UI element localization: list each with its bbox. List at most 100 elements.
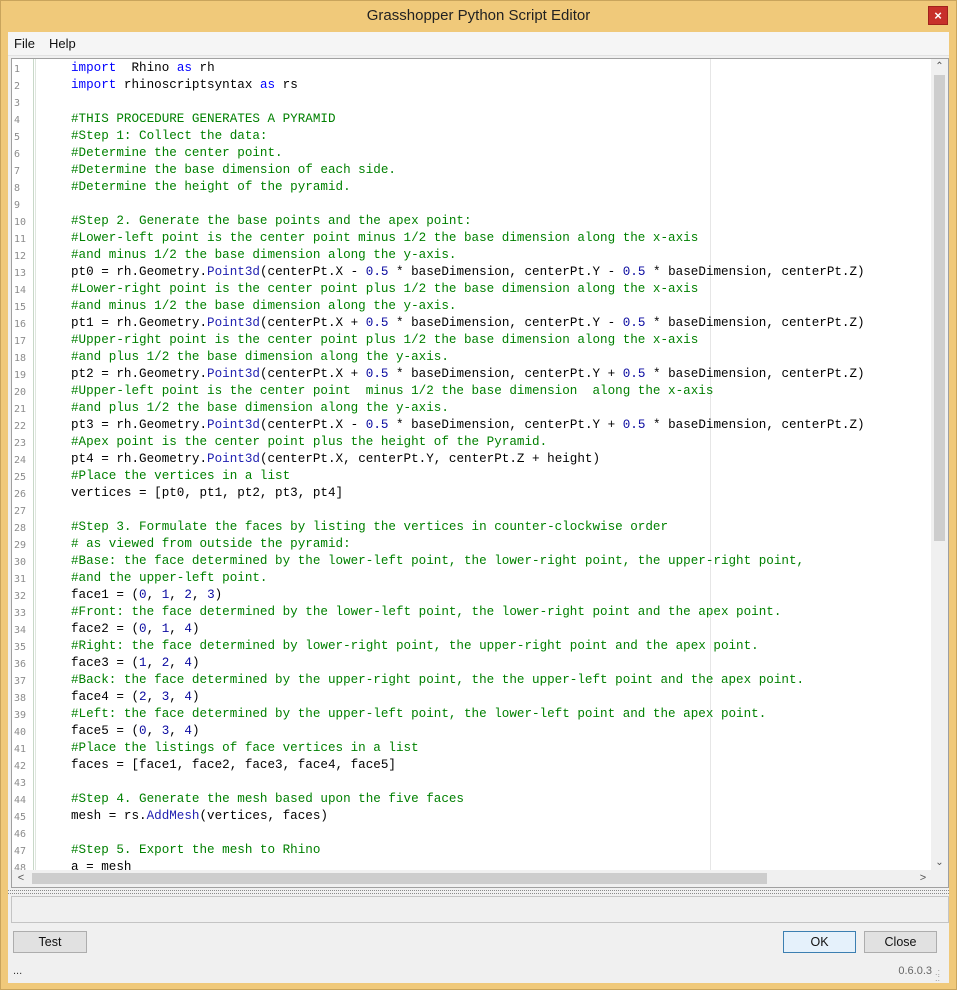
code-token: face1 = ( — [71, 588, 140, 602]
pane-splitter[interactable] — [8, 890, 949, 894]
code-token: , — [146, 656, 162, 670]
code-line[interactable]: #Apex point is the center point plus the… — [71, 435, 547, 449]
code-token: , — [169, 656, 185, 670]
code-line[interactable]: #Step 1: Collect the data: — [71, 129, 268, 143]
code-line[interactable]: mesh = rs.AddMesh(vertices, faces) — [71, 809, 328, 823]
code-token: , — [169, 588, 185, 602]
code-token: 2 — [139, 690, 147, 704]
code-token: #Apex point is the center point plus the… — [71, 435, 548, 449]
code-line[interactable]: pt0 = rh.Geometry.Point3d(centerPt.X - 0… — [71, 265, 865, 279]
code-line[interactable]: #Left: the face determined by the upper-… — [71, 707, 766, 721]
scroll-down-icon[interactable]: ⌄ — [931, 856, 948, 870]
vertical-scroll-thumb[interactable] — [934, 75, 945, 541]
code-line[interactable]: #THIS PROCEDURE GENERATES A PYRAMID — [71, 112, 336, 126]
line-number: 20 — [14, 387, 27, 398]
code-line[interactable]: #and plus 1/2 the base dimension along t… — [71, 350, 449, 364]
code-line[interactable]: face5 = (0, 3, 4) — [71, 724, 200, 738]
code-line[interactable]: pt4 = rh.Geometry.Point3d(centerPt.X, ce… — [71, 452, 600, 466]
code-line[interactable]: faces = [face1, face2, face3, face4, fac… — [71, 758, 396, 772]
code-line[interactable]: #Upper-right point is the center point p… — [71, 333, 698, 347]
code-line[interactable]: import Rhino as rh — [71, 61, 215, 75]
vertical-scrollbar[interactable]: ⌃ ⌄ — [931, 59, 948, 871]
line-number: 24 — [14, 455, 27, 466]
code-line[interactable]: #Place the vertices in a list — [71, 469, 290, 483]
code-line[interactable]: #Upper-left point is the center point mi… — [71, 384, 713, 398]
code-line[interactable]: pt3 = rh.Geometry.Point3d(centerPt.X - 0… — [71, 418, 865, 432]
line-number: 40 — [14, 727, 27, 738]
code-token: import — [71, 78, 117, 92]
code-line[interactable]: pt1 = rh.Geometry.Point3d(centerPt.X + 0… — [71, 316, 865, 330]
line-number: 18 — [14, 353, 27, 364]
code-line[interactable]: face1 = (0, 1, 2, 3) — [71, 588, 222, 602]
code-line[interactable]: #Determine the height of the pyramid. — [71, 180, 351, 194]
ok-button[interactable]: OK — [783, 931, 856, 953]
line-number: 31 — [14, 574, 27, 585]
line-number: 4 — [14, 115, 21, 126]
client-area: File Help 1 import Rhino as rh 2 import rhi… — [8, 32, 949, 983]
line-number: 28 — [14, 523, 27, 534]
line-number: 37 — [14, 676, 27, 687]
code-line[interactable]: #and the upper-left point. — [71, 571, 268, 585]
code-token: 0.5 — [622, 265, 646, 279]
code-line[interactable]: #Lower-left point is the center point mi… — [71, 231, 698, 245]
code-line[interactable]: #Determine the base dimension of each si… — [71, 163, 396, 177]
line-number: 19 — [14, 370, 27, 381]
code-token: Point3d — [207, 452, 260, 466]
code-line[interactable]: face2 = (0, 1, 4) — [71, 622, 200, 636]
line-number: 32 — [14, 591, 27, 602]
scroll-right-icon[interactable]: > — [916, 871, 930, 886]
line-number: 35 — [14, 642, 27, 653]
code-line[interactable]: #Step 5. Export the mesh to Rhino — [71, 843, 320, 857]
code-token: * baseDimension, centerPt.Z) — [645, 367, 865, 381]
menu-help[interactable]: Help — [49, 36, 76, 51]
code-line[interactable]: face4 = (2, 3, 4) — [71, 690, 200, 704]
code-line[interactable]: #Lower-right point is the center point p… — [71, 282, 698, 296]
code-editor[interactable]: 1 import Rhino as rh 2 import rhinoscriptsy… — [11, 58, 949, 888]
test-button[interactable]: Test — [13, 931, 87, 953]
code-line[interactable]: #Step 4. Generate the mesh based upon th… — [71, 792, 464, 806]
scroll-left-icon[interactable]: < — [14, 871, 28, 886]
code-line[interactable]: #Step 2. Generate the base points and th… — [71, 214, 472, 228]
code-line[interactable]: #Step 3. Formulate the faces by listing … — [71, 520, 668, 534]
code-token: #and minus 1/2 the base dimension along … — [71, 248, 457, 262]
code-line[interactable]: #Place the listings of face vertices in … — [71, 741, 419, 755]
line-number: 11 — [14, 234, 27, 245]
code-line[interactable]: #and minus 1/2 the base dimension along … — [71, 299, 456, 313]
title-bar[interactable]: Grasshopper Python Script Editor × — [1, 1, 956, 32]
code-line[interactable]: #Base: the face determined by the lower-… — [71, 554, 804, 568]
code-line[interactable]: #Front: the face determined by the lower… — [71, 605, 781, 619]
code-line[interactable]: #Back: the face determined by the upper-… — [71, 673, 804, 687]
horizontal-scroll-thumb[interactable] — [32, 873, 767, 884]
code-line[interactable]: vertices = [pt0, pt1, pt2, pt3, pt4] — [71, 486, 343, 500]
window-title: Grasshopper Python Script Editor — [366, 7, 591, 24]
resize-grip-icon[interactable]: .:.: — [935, 968, 947, 983]
code-token: face5 = ( — [71, 724, 140, 738]
horizontal-scrollbar[interactable]: < > — [12, 870, 948, 887]
close-window-button[interactable]: × — [928, 6, 948, 25]
code-token: #Front: the face determined by the lower… — [71, 605, 782, 619]
output-panel — [11, 896, 949, 923]
code-token: 3 — [207, 588, 215, 602]
line-number: 7 — [14, 166, 21, 177]
code-line[interactable]: #and plus 1/2 the base dimension along t… — [71, 401, 449, 415]
code-token: 4 — [184, 690, 192, 704]
menu-file[interactable]: File — [14, 36, 35, 51]
line-number: 41 — [14, 744, 27, 755]
code-line[interactable]: # as viewed from outside the pyramid: — [71, 537, 351, 551]
code-token: #Lower-right point is the center point p… — [71, 282, 699, 296]
scroll-up-icon[interactable]: ⌃ — [931, 60, 948, 74]
code-line[interactable]: #and minus 1/2 the base dimension along … — [71, 248, 456, 262]
code-token: as — [176, 61, 192, 75]
code-line[interactable]: face3 = (1, 2, 4) — [71, 656, 200, 670]
close-button[interactable]: Close — [864, 931, 937, 953]
code-line[interactable]: #Right: the face determined by lower-rig… — [71, 639, 759, 653]
code-token: #Step 4. Generate the mesh based upon th… — [71, 792, 464, 806]
code-token: #Step 3. Formulate the faces by listing … — [71, 520, 669, 534]
code-line[interactable]: import rhinoscriptsyntax as rs — [71, 78, 298, 92]
line-number: 26 — [14, 489, 27, 500]
code-token: pt1 = rh.Geometry. — [71, 316, 208, 330]
code-line[interactable]: #Determine the center point. — [71, 146, 283, 160]
code-line[interactable]: pt2 = rh.Geometry.Point3d(centerPt.X + 0… — [71, 367, 865, 381]
code-token: #Step 2. Generate the base points and th… — [71, 214, 472, 228]
code-token: # as viewed from outside the pyramid: — [71, 537, 351, 551]
